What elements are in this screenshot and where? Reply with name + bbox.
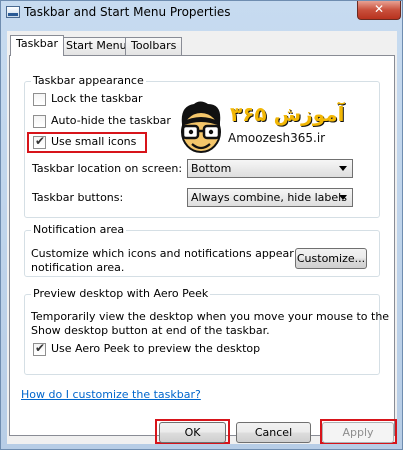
location-label: Taskbar location on screen:	[32, 162, 183, 175]
small-icons-checkbox[interactable]	[33, 134, 46, 149]
taskbar-appearance-legend: Taskbar appearance	[31, 74, 146, 87]
cancel-button[interactable]: Cancel	[236, 422, 311, 443]
chevron-down-icon	[339, 166, 347, 171]
aero-peek-checkbox[interactable]	[33, 341, 46, 356]
chevron-down-icon	[339, 195, 347, 200]
buttons-label: Taskbar buttons:	[32, 191, 124, 204]
notification-desc-line2: notification area.	[31, 261, 125, 274]
buttons-select-value: Always combine, hide labels	[191, 191, 347, 204]
tab-start-menu[interactable]: Start Menu	[60, 37, 133, 55]
aero-peek-checkbox-label: Use Aero Peek to preview the desktop	[51, 342, 261, 355]
autohide-checkbox[interactable]	[33, 115, 46, 128]
dialog-client: Taskbar Start Menu Toolbars Taskbar appe…	[7, 31, 397, 444]
amoozesh365-logo: آموزش ۳۶۵ Amoozesh365.ir	[174, 100, 344, 166]
title-bar[interactable]: Taskbar and Start Menu Properties ✕	[1, 1, 402, 25]
help-link[interactable]: How do I customize the taskbar?	[21, 388, 201, 401]
notification-desc-line1: Customize which icons and notifications …	[31, 247, 329, 260]
notification-area-legend: Notification area	[31, 223, 127, 236]
buttons-select[interactable]: Always combine, hide labels	[187, 188, 353, 207]
window-title: Taskbar and Start Menu Properties	[24, 5, 231, 19]
customize-button[interactable]: Customize...	[295, 248, 367, 269]
cartoon-face-icon	[181, 101, 221, 153]
taskbar-tab-page: Taskbar appearance Lock the taskbar Auto…	[9, 55, 395, 436]
autohide-label: Auto-hide the taskbar	[51, 114, 171, 127]
ok-button[interactable]: OK	[159, 422, 226, 443]
small-icons-label: Use small icons	[51, 135, 137, 148]
logo-url-text: Amoozesh365.ir	[228, 131, 326, 145]
logo-persian-text: آموزش ۳۶۵	[230, 102, 345, 126]
tab-toolbars[interactable]: Toolbars	[125, 37, 183, 55]
aero-peek-desc-line2: Show desktop button at end of the taskba…	[31, 324, 270, 337]
close-button[interactable]: ✕	[357, 1, 401, 20]
taskbar-app-icon	[6, 6, 20, 18]
aero-peek-desc-line1: Temporarily view the desktop when you mo…	[31, 310, 390, 323]
apply-button[interactable]: Apply	[322, 422, 394, 443]
lock-taskbar-checkbox[interactable]	[33, 93, 46, 106]
aero-peek-legend: Preview desktop with Aero Peek	[31, 287, 211, 300]
lock-taskbar-label: Lock the taskbar	[51, 92, 143, 105]
tab-taskbar[interactable]: Taskbar	[10, 35, 64, 56]
properties-window: Taskbar and Start Menu Properties ✕ Task…	[0, 0, 403, 450]
